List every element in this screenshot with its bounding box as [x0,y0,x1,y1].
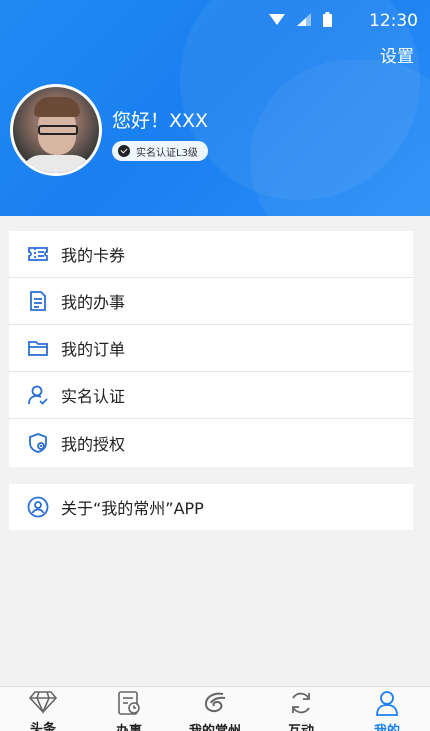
person-icon [373,690,401,716]
greeting-text: 您好！XXX [112,110,209,132]
verification-badge-label: 实名认证L3级 [136,147,198,159]
tab-label: 互动 [288,720,314,731]
refresh-icon [287,690,315,716]
about-app-label: 关于“我的常州”APP [61,499,204,518]
settings-button[interactable]: 设置 [380,42,414,67]
menu-item-real-name[interactable]: 实名认证 [9,372,413,419]
folder-icon [27,337,49,359]
check-icon [118,145,130,157]
tab-services[interactable]: 办事 [86,687,172,731]
tab-my-changzhou[interactable]: 我的常州 [172,687,258,731]
menu-item-label: 我的授权 [61,434,126,454]
menu-item-label: 我的办事 [61,293,126,312]
tab-mine[interactable]: 我的 [344,687,430,731]
status-icons [269,12,332,27]
shield-icon [27,432,49,454]
menu-item-label: 实名认证 [61,387,126,406]
status-bar: 12:30 [0,0,430,40]
verification-badge: 实名认证L3级 [112,141,208,161]
user-check-icon [27,384,49,406]
tab-label: 办事 [116,720,142,731]
about-app-item[interactable]: 关于“我的常州”APP [9,484,413,530]
diamond-icon [29,690,57,714]
menu-item-label: 我的卡券 [61,246,126,265]
city-logo-icon [201,690,229,716]
signal-icon [297,13,311,26]
menu-item-services[interactable]: 我的办事 [9,278,413,325]
avatar[interactable] [10,84,102,176]
tab-interaction[interactable]: 互动 [258,687,344,731]
tab-headlines[interactable]: 头条 [0,687,86,731]
service-icon [115,690,143,716]
battery-icon [323,12,332,27]
bottom-tab-bar: 头条 办事 我的常州 互动 我的 [0,686,430,731]
profile-header: 12:30 设置 您好！XXX 实名认证L3级 [0,0,430,216]
wifi-icon [269,14,285,25]
menu-list: 我的卡券 我的办事 我的订单 实名认证 我的授权 [9,231,413,467]
menu-item-label: 我的订单 [61,340,126,359]
document-icon [27,290,49,312]
menu-item-orders[interactable]: 我的订单 [9,325,413,372]
about-card: 关于“我的常州”APP [9,484,413,530]
menu-item-coupons[interactable]: 我的卡券 [9,231,413,278]
tab-label: 我的 [374,720,400,731]
ticket-icon [27,243,49,265]
user-circle-icon [27,496,49,518]
tab-label: 我的常州 [189,720,241,731]
menu-item-authorization[interactable]: 我的授权 [9,419,413,466]
status-time: 12:30 [369,11,418,31]
tab-label: 头条 [29,722,56,731]
